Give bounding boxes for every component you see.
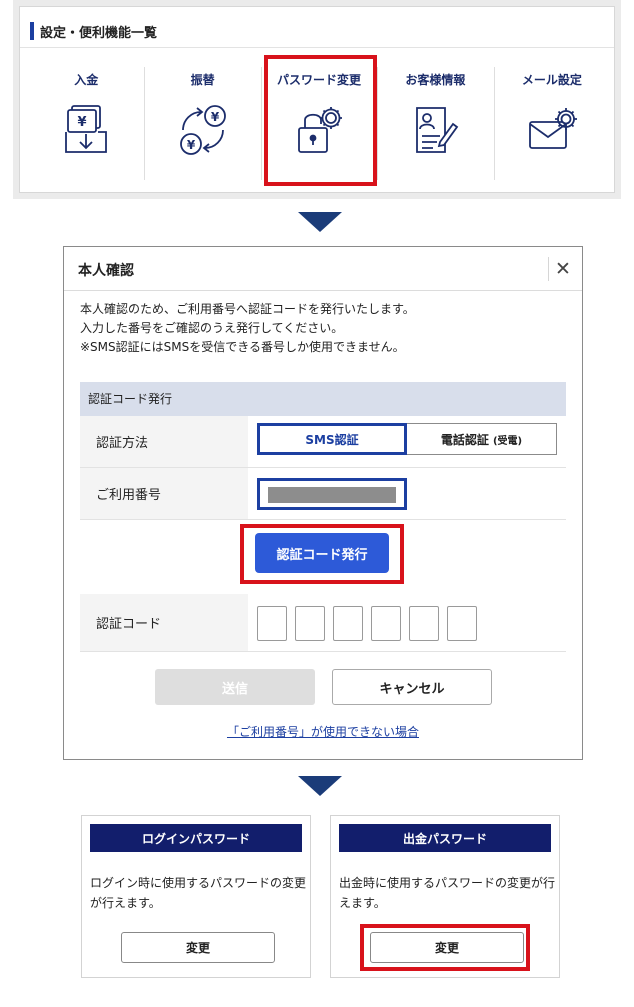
description-line: ※SMS認証にはSMSを受信できる番号しか使用できません。	[80, 340, 405, 354]
deposit-yen-icon: ¥	[65, 105, 108, 153]
step-arrow-down	[298, 212, 342, 232]
number-unavailable-link[interactable]: 「ご利用番号」が使用できない場合	[64, 723, 582, 740]
close-separator	[548, 257, 549, 281]
send-button[interactable]: 送信	[155, 669, 315, 705]
menu-item-transfer[interactable]: 振替 ¥ ¥	[144, 53, 260, 188]
code-digit-input-2[interactable]	[295, 606, 325, 641]
menu-item-customer-info[interactable]: お客様情報	[377, 53, 493, 188]
mail-settings-icon	[528, 108, 577, 149]
transfer-yen-icon: ¥ ¥	[179, 105, 226, 155]
settings-panel-divider	[20, 47, 614, 48]
auth-method-phone-button[interactable]: 電話認証 (受電)	[407, 423, 557, 455]
customer-info-icon	[416, 107, 459, 153]
menu-item-label: メール設定	[521, 73, 582, 87]
card-description: 出金時に使用するパスワードの変更が行えます。	[339, 876, 556, 910]
menu-item-deposit[interactable]: 入金 ¥	[28, 53, 144, 188]
svg-text:¥: ¥	[186, 138, 195, 152]
highlight-issue-code	[240, 524, 404, 584]
dialog-description: 本人確認のため、ご利用番号へ認証コードを発行いたします。 入力した番号をご確認の…	[80, 300, 415, 357]
code-digit-input-4[interactable]	[371, 606, 401, 641]
close-icon[interactable]: ✕	[552, 257, 574, 281]
cancel-button[interactable]: キャンセル	[332, 669, 492, 705]
auth-method-label: 認証方法	[80, 416, 248, 467]
phone-number-label: ご利用番号	[80, 468, 248, 519]
menu-item-label: お客様情報	[405, 73, 466, 87]
card-title: 出金パスワード	[339, 824, 551, 852]
row-phone-number: ご利用番号	[80, 468, 566, 520]
menu-item-label: 入金	[74, 73, 99, 87]
highlight-withdrawal-change	[360, 924, 530, 971]
description-line: 入力した番号をご確認のうえ発行してください。	[80, 321, 344, 335]
card-description: ログイン時に使用するパスワードの変更が行えます。	[90, 876, 307, 910]
settings-panel-title-text: 設定・便利機能一覧	[40, 25, 158, 41]
code-digit-input-5[interactable]	[409, 606, 439, 641]
section-title-code-issue: 認証コード発行	[80, 382, 566, 416]
code-digit-input-1[interactable]	[257, 606, 287, 641]
sms-option-label: SMS認証	[305, 432, 359, 447]
settings-panel-title: 設定・便利機能一覧	[30, 19, 157, 43]
code-digit-input-6[interactable]	[447, 606, 477, 641]
row-verification-code: 認証コード	[80, 594, 566, 652]
step-arrow-down	[298, 776, 342, 796]
description-line: 本人確認のため、ご利用番号へ認証コードを発行いたします。	[80, 302, 415, 316]
code-digit-input-3[interactable]	[333, 606, 363, 641]
menu-item-label: 振替	[190, 73, 215, 87]
svg-text:¥: ¥	[210, 110, 219, 124]
masked-number	[268, 487, 396, 503]
phone-option-sub: (受電)	[492, 435, 523, 447]
phone-option-label: 電話認証	[440, 432, 489, 447]
phone-number-field[interactable]	[257, 478, 407, 510]
auth-method-sms-button[interactable]: SMS認証	[257, 423, 407, 455]
change-login-password-button[interactable]: 変更	[121, 932, 275, 963]
title-accent-bar	[30, 22, 34, 40]
card-title: ログインパスワード	[90, 824, 302, 852]
highlight-password-change	[264, 55, 377, 186]
identity-verification-dialog: 本人確認 ✕ 本人確認のため、ご利用番号へ認証コードを発行いたします。 入力した…	[63, 246, 583, 760]
row-auth-method: 認証方法 SMS認証 電話認証 (受電)	[80, 416, 566, 468]
dialog-title: 本人確認	[78, 263, 134, 279]
verification-code-label: 認証コード	[80, 594, 248, 651]
dialog-header: 本人確認 ✕	[64, 247, 582, 291]
menu-item-mail-settings[interactable]: メール設定	[493, 53, 610, 188]
login-password-card: ログインパスワード ログイン時に使用するパスワードの変更が行えます。 変更	[81, 815, 311, 978]
svg-text:¥: ¥	[78, 115, 87, 130]
